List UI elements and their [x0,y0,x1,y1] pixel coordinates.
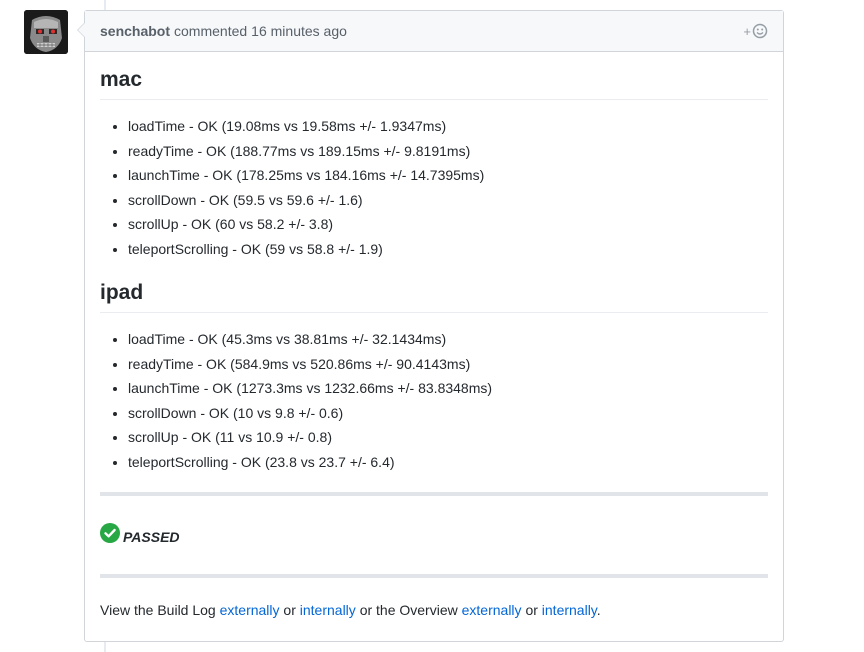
footer-links: View the Build Log externally or interna… [100,602,768,618]
list-item: readyTime - OK (188.77ms vs 189.15ms +/-… [128,139,768,164]
comment-box: senchabot commented 16 minutes ago + mac… [77,10,784,642]
section-mac: mac loadTime - OK (19.08ms vs 19.58ms +/… [100,68,768,261]
list-item: scrollUp - OK (11 vs 10.9 +/- 0.8) [128,425,768,450]
footer-prefix: View the Build Log [100,602,216,618]
footer-or: or [525,602,538,618]
check-circle-icon [100,523,120,543]
comment-header: senchabot commented 16 minutes ago + [85,11,783,52]
footer-middle: or the Overview [359,602,458,618]
list-item: loadTime - OK (45.3ms vs 38.81ms +/- 32.… [128,327,768,352]
robot-avatar-icon [24,10,68,54]
list-item: teleportScrolling - OK (59 vs 58.8 +/- 1… [128,237,768,262]
section-title: mac [100,68,768,100]
divider [100,574,768,578]
list-item: launchTime - OK (178.25ms vs 184.16ms +/… [128,163,768,188]
list-item: scrollDown - OK (59.5 vs 59.6 +/- 1.6) [128,188,768,213]
list-item: scrollUp - OK (60 vs 58.2 +/- 3.8) [128,212,768,237]
add-reaction-button[interactable]: + [743,23,768,39]
list-item: teleportScrolling - OK (23.8 vs 23.7 +/-… [128,450,768,475]
build-log-external-link[interactable]: externally [220,602,280,618]
metrics-list: loadTime - OK (45.3ms vs 38.81ms +/- 32.… [100,327,768,474]
metrics-list: loadTime - OK (19.08ms vs 19.58ms +/- 1.… [100,114,768,261]
list-item: loadTime - OK (19.08ms vs 19.58ms +/- 1.… [128,114,768,139]
avatar[interactable] [24,10,68,54]
status-label: PASSED [123,529,180,545]
section-ipad: ipad loadTime - OK (45.3ms vs 38.81ms +/… [100,281,768,474]
comment-body: mac loadTime - OK (19.08ms vs 19.58ms +/… [85,52,783,618]
footer-end: . [596,602,601,618]
smiley-icon [752,23,768,39]
status-passed: PASSED [100,496,768,574]
comment-action: commented [174,23,248,39]
comment-time[interactable]: 16 minutes ago [251,23,347,39]
section-title: ipad [100,281,768,313]
reaction-plus: + [743,23,751,39]
overview-external-link[interactable]: externally [462,602,522,618]
overview-internal-link[interactable]: internally [542,602,597,618]
list-item: readyTime - OK (584.9ms vs 520.86ms +/- … [128,352,768,377]
build-log-internal-link[interactable]: internally [300,602,356,618]
list-item: scrollDown - OK (10 vs 9.8 +/- 0.6) [128,401,768,426]
comment-author[interactable]: senchabot [100,23,170,39]
list-item: launchTime - OK (1273.3ms vs 1232.66ms +… [128,376,768,401]
footer-or: or [283,602,296,618]
